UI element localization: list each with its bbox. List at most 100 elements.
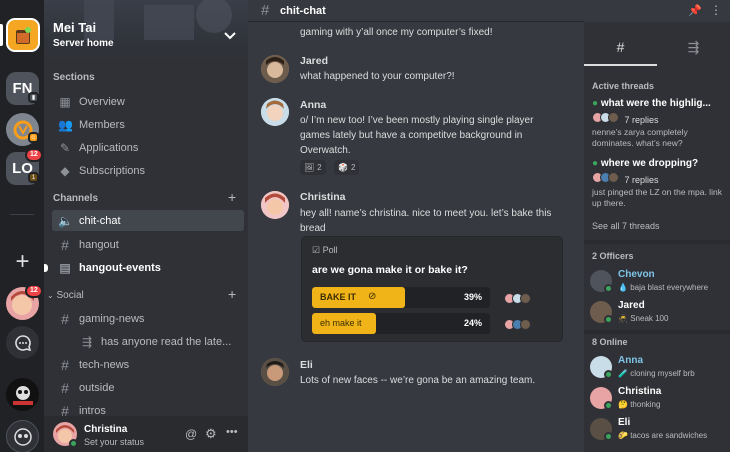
channel-tech-news[interactable]: # tech-news <box>52 354 244 375</box>
channel-hangout[interactable]: # hangout <box>52 234 244 255</box>
mention-badge: 12 <box>25 284 43 298</box>
see-all-threads-link[interactable]: See all 7 threads <box>592 221 660 231</box>
channel-gaming-news[interactable]: # gaming-news <box>52 308 244 329</box>
officers-heading: 2 Officers <box>592 251 634 261</box>
thread-replies: 7 replies <box>592 112 726 125</box>
avatar[interactable] <box>261 191 289 219</box>
thread-card[interactable]: ● what were the highlig... 7 replies nen… <box>592 98 726 149</box>
thread-title: where we dropping? <box>600 158 699 169</box>
status-emoji-icon: 💧 <box>618 283 628 292</box>
poll-percent: 39% <box>463 292 482 302</box>
online-status-dot <box>69 439 78 448</box>
online-status-dot <box>604 284 613 293</box>
channel-sidebar: Mei Tai Server home Sections ▦ Overview 👥… <box>44 0 248 452</box>
poll-card: ☑ Poll are we gona make it or bake it? B… <box>301 236 563 342</box>
edit-icon: ✎ <box>59 140 71 155</box>
server-game-icon: 1 <box>28 172 39 183</box>
avatar[interactable] <box>261 55 289 83</box>
chevron-down-icon[interactable] <box>222 28 238 44</box>
discover-icon[interactable] <box>6 420 39 452</box>
channel-hangout-events[interactable]: ▤ hangout-events <box>52 257 244 278</box>
hash-icon: # <box>261 2 270 19</box>
message-author[interactable]: Eli <box>300 359 313 371</box>
tab-threads[interactable]: ⇶ <box>657 30 730 66</box>
server-banner: Mei Tai Server home <box>44 0 248 62</box>
message-text: Lots of new faces -- we’re gona be an am… <box>300 375 536 386</box>
social-category[interactable]: ⌄ Social <box>47 290 84 301</box>
poll-option[interactable]: eh make it 24% <box>312 313 490 334</box>
member-item[interactable]: Christina 🤔 thonking <box>590 385 726 415</box>
message-author[interactable]: Christina <box>300 191 346 203</box>
message-text: Overwatch. <box>300 145 351 156</box>
gear-icon[interactable]: ⚙ <box>205 426 217 442</box>
status-emoji-icon: 🤔 <box>618 400 628 409</box>
hash-icon: # <box>616 39 625 55</box>
channels-heading: Channels <box>53 193 99 204</box>
user-status[interactable]: Set your status <box>84 437 144 447</box>
skull-icon <box>12 385 33 405</box>
grid-icon: ▦ <box>59 94 71 109</box>
message-text: bread <box>300 223 326 234</box>
avatar[interactable] <box>261 358 289 386</box>
user-panel: Christina Set your status @ ⚙ ••• <box>44 416 248 452</box>
right-header: 📌 ⋮ <box>584 0 730 22</box>
voter-avatars <box>504 317 531 335</box>
message-text: what happened to your computer?! <box>300 71 455 82</box>
avatar[interactable] <box>261 98 289 126</box>
member-item[interactable]: Anna 🧪 cloning myself brb <box>590 354 726 384</box>
server-icon-mei-tai[interactable] <box>6 18 40 52</box>
chat-bubble-icon[interactable] <box>6 326 39 359</box>
poll-header: ☑ Poll <box>312 245 338 255</box>
tab-members[interactable]: # <box>584 30 657 66</box>
reaction-button[interactable]: 🎲 2 <box>334 160 360 175</box>
add-server-icon[interactable]: + <box>6 245 39 278</box>
thread-item[interactable]: ⇶ has anyone read the late... <box>52 331 244 352</box>
add-channel-icon[interactable]: + <box>228 189 236 205</box>
online-status-dot <box>604 315 613 324</box>
check-circle-icon: ⊘ <box>368 291 377 302</box>
thread-card[interactable]: ● where we dropping? 7 replies just ping… <box>592 158 726 209</box>
nav-applications[interactable]: ✎ Applications <box>52 137 244 158</box>
active-server-pill <box>0 24 3 46</box>
nav-overview[interactable]: ▦ Overview <box>52 91 244 112</box>
member-item[interactable]: Chevon 💧 baja blast everywhere <box>590 268 726 298</box>
more-icon[interactable]: ••• <box>226 426 238 438</box>
diamond-icon: ◆ <box>60 163 70 178</box>
message-author[interactable]: Jared <box>300 55 328 67</box>
chevron-down-icon: ⌄ <box>47 291 54 300</box>
channel-header: # chit-chat <box>248 0 584 22</box>
poll-option[interactable]: BAKE IT ⊘ 39% <box>312 287 490 308</box>
message-text: o/ I’m new too! I’ve been mostly playing… <box>300 115 534 126</box>
channel-title: chit-chat <box>280 5 326 17</box>
more-vertical-icon[interactable]: ⋮ <box>710 3 722 17</box>
reaction-button[interactable]: 🖼 2 <box>300 160 326 175</box>
online-status-dot <box>604 370 613 379</box>
server-voice-icon: ▮ <box>28 92 39 103</box>
thread-title: what were the highlig... <box>600 98 711 109</box>
thread-preview: just pinged the LZ on the mpa. link up t… <box>592 187 722 208</box>
at-icon[interactable]: @ <box>185 427 197 441</box>
divider <box>10 214 34 215</box>
pin-icon[interactable]: 📌 <box>688 4 702 17</box>
hash-icon: # <box>61 356 69 373</box>
emoji-icon: 🖼 <box>304 163 315 172</box>
nav-members[interactable]: 👥 Members <box>52 114 244 135</box>
member-item[interactable]: Eli 🌮 tacos are sandwiches <box>590 416 726 446</box>
thread-replies: 7 replies <box>592 172 726 185</box>
server-icon-berserker[interactable] <box>6 378 39 411</box>
message-author[interactable]: Anna <box>300 99 326 111</box>
calendar-icon: ▤ <box>59 260 71 275</box>
drink-icon <box>16 27 31 44</box>
status-emoji-icon: 🧪 <box>618 369 628 378</box>
add-channel-icon[interactable]: + <box>228 286 236 302</box>
voter-avatars <box>504 291 531 309</box>
checkbox-icon: ☑ <box>312 245 321 255</box>
server-subtitle: Server home <box>53 38 114 49</box>
speaker-icon: 🔈 <box>58 213 73 228</box>
member-item[interactable]: Jared 🥷 Sneak 100 <box>590 299 726 329</box>
hash-icon: # <box>61 310 69 327</box>
thread-preview: nenne’s zarya completely dominates. what… <box>592 127 688 148</box>
channel-chit-chat[interactable]: 🔈 chit-chat <box>52 210 244 231</box>
channel-outside[interactable]: # outside <box>52 377 244 398</box>
nav-subscriptions[interactable]: ◆ Subscriptions <box>52 160 244 181</box>
